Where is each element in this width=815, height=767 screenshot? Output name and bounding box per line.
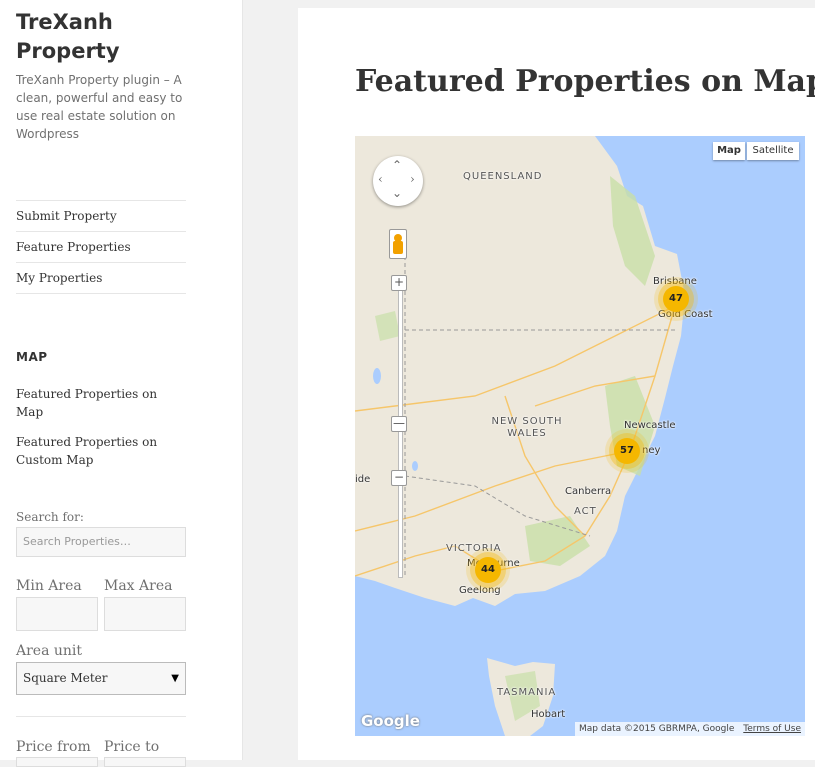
- map-attribution: Map data ©2015 GBRMPA, Google Terms of U…: [575, 722, 805, 736]
- area-unit-select[interactable]: Square Meter ▼: [16, 662, 186, 695]
- terms-of-use-link[interactable]: Terms of Use: [743, 724, 801, 734]
- pan-up-icon[interactable]: ⌃: [392, 158, 402, 172]
- main-menu: Submit Property Feature Properties My Pr…: [16, 200, 186, 294]
- area-unit-value: Square Meter: [23, 671, 108, 685]
- min-area-input[interactable]: [16, 597, 98, 631]
- google-logo[interactable]: Google: [361, 712, 420, 730]
- search-label: Search for:: [16, 510, 84, 524]
- lake: [412, 461, 418, 471]
- map-widget-links: Featured Properties on Map Featured Prop…: [16, 385, 186, 481]
- min-area-label: Min Area: [16, 578, 82, 594]
- dropdown-arrow-icon: ▼: [171, 673, 179, 684]
- label-gold-coast: Gold Coast: [658, 309, 713, 320]
- page-title: Featured Properties on Map: [355, 64, 815, 99]
- label-hobart: Hobart: [531, 709, 566, 720]
- pan-right-icon[interactable]: ›: [410, 172, 415, 186]
- label-newcastle: Newcastle: [624, 420, 676, 431]
- pan-control[interactable]: ⌃ ⌄ ‹ ›: [373, 156, 423, 206]
- map-widget-title: MAP: [16, 350, 48, 364]
- max-area-label: Max Area: [104, 578, 173, 594]
- main-content: Featured Properties on Map QUEENSLAND NE…: [298, 8, 815, 760]
- price-to-label: Price to: [104, 739, 160, 755]
- brisbane-cluster[interactable]: 47: [663, 286, 689, 312]
- site-description: TreXanh Property plugin – A clean, power…: [16, 73, 183, 141]
- menu-item-my-properties[interactable]: My Properties: [16, 263, 186, 294]
- zoom-in-button[interactable]: +: [391, 275, 407, 291]
- zoom-out-button[interactable]: −: [391, 470, 407, 486]
- search-input[interactable]: Search Properties…: [16, 527, 186, 557]
- site-title[interactable]: TreXanh Property: [16, 8, 216, 66]
- attribution-text: Map data ©2015 GBRMPA, Google: [579, 724, 735, 734]
- sydney-cluster[interactable]: 57: [614, 438, 640, 464]
- label-victoria: VICTORIA: [446, 543, 502, 554]
- pan-left-icon[interactable]: ‹: [378, 172, 383, 186]
- divider: [16, 716, 186, 717]
- price-from-input[interactable]: [16, 757, 98, 767]
- max-area-input[interactable]: [104, 597, 186, 631]
- menu-item-feature-properties[interactable]: Feature Properties: [16, 232, 186, 263]
- price-to-input[interactable]: [104, 757, 186, 767]
- link-featured-properties-on-custom-map[interactable]: Featured Properties on Custom Map: [16, 433, 186, 469]
- map-type-satellite-button[interactable]: Satellite: [747, 142, 799, 160]
- street-view-pegman-icon[interactable]: [389, 229, 407, 259]
- area-unit-label: Area unit: [16, 643, 83, 659]
- menu-item-submit-property[interactable]: Submit Property: [16, 201, 186, 232]
- sidebar: TreXanh Property TreXanh Property plugin…: [0, 0, 243, 767]
- pan-down-icon[interactable]: ⌄: [392, 186, 402, 200]
- label-tasmania: TASMANIA: [497, 687, 557, 698]
- label-queensland: QUEENSLAND: [463, 171, 543, 182]
- lake: [373, 368, 381, 384]
- zoom-slider-handle[interactable]: —: [391, 416, 407, 432]
- label-act: ACT: [574, 506, 597, 517]
- price-from-label: Price from: [16, 739, 91, 755]
- link-featured-properties-on-map[interactable]: Featured Properties on Map: [16, 385, 186, 421]
- map-canvas[interactable]: [355, 136, 805, 736]
- label-geelong: Geelong: [459, 585, 501, 596]
- label-mildura: ide: [355, 474, 371, 485]
- label-new-south-wales: NEW SOUTH WALES: [491, 416, 563, 439]
- zoom-slider-track[interactable]: [398, 286, 403, 578]
- map-type-map-button[interactable]: Map: [713, 142, 745, 160]
- label-sydney: ney: [642, 445, 661, 456]
- label-canberra: Canberra: [565, 486, 612, 497]
- melbourne-cluster[interactable]: 44: [475, 557, 501, 583]
- property-map[interactable]: QUEENSLAND NEW SOUTH WALES VICTORIA TASM…: [355, 136, 805, 736]
